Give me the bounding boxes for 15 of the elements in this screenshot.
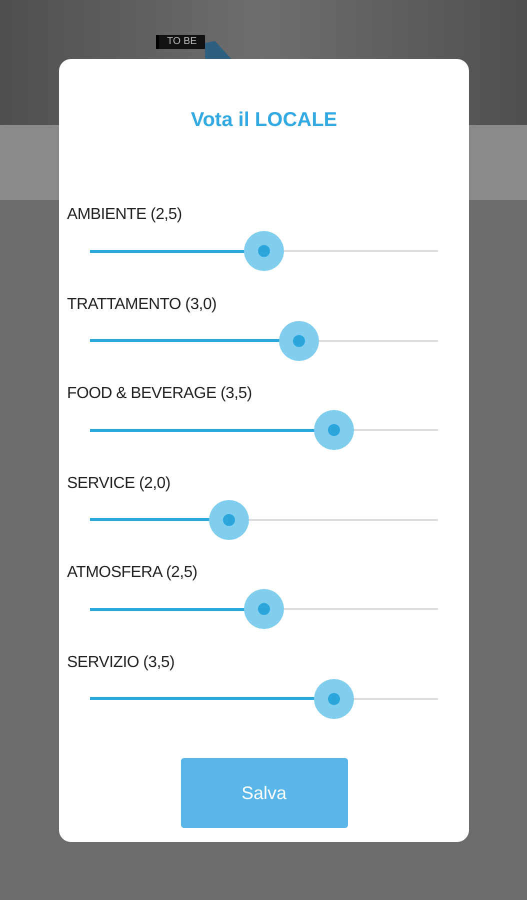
dialog-title: Vota il LOCALE [190,108,338,133]
slider-thumb[interactable] [314,678,354,718]
logo-tag: TO BE [156,35,205,49]
save-button[interactable]: Salva [180,758,348,828]
rating-label: TRATTAMENTO (3,0) [66,294,218,314]
rating-label: FOOD & BEVERAGE (3,5) [66,384,253,404]
rating-label: ATMOSFERA (2,5) [66,563,198,583]
rating-label: AMBIENTE (2,5) [66,205,183,225]
slider-thumb[interactable] [244,231,284,271]
rating-label: SERVIZIO (3,5) [66,652,176,672]
rating-label: SERVICE (2,0) [66,474,172,494]
slider-thumb[interactable] [209,500,250,540]
slider-thumb[interactable] [314,410,354,450]
slider-thumb[interactable] [278,320,319,360]
slider-thumb[interactable] [244,589,284,629]
